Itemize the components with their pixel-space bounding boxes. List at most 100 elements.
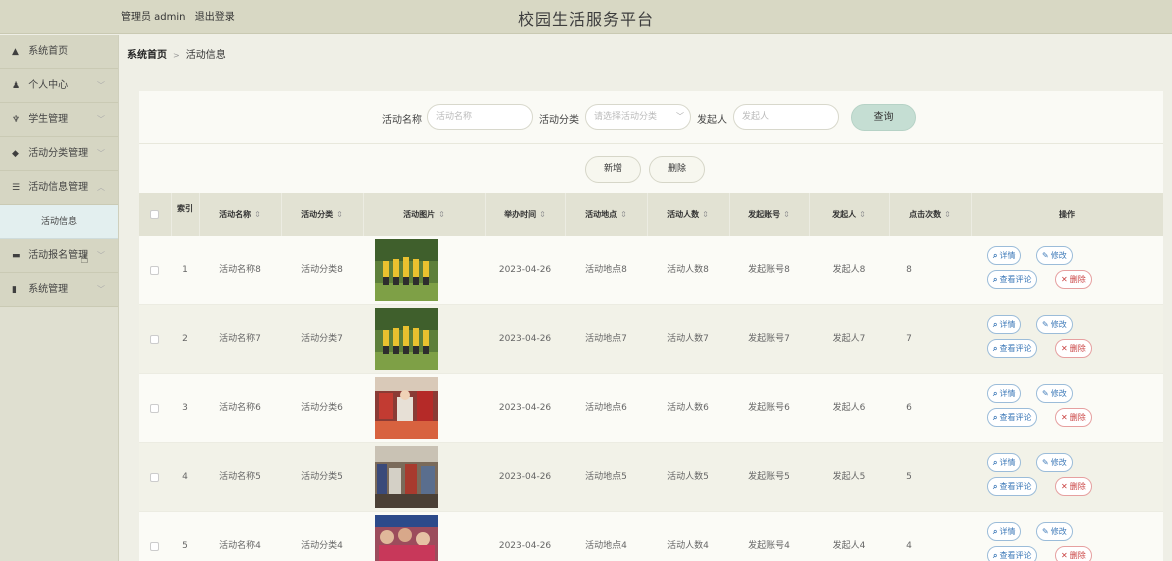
delete-button[interactable]: ✕ 删除: [1055, 270, 1092, 289]
sidebar-item-personal-center[interactable]: ♟ 个人中心 ﹀: [0, 69, 118, 103]
column-clicks[interactable]: 点击次数 ⇕: [889, 193, 971, 236]
row-checkbox[interactable]: [150, 335, 159, 344]
activity-category-select[interactable]: 请选择活动分类 ﹀: [585, 104, 691, 130]
search-icon: ⌕: [993, 389, 998, 398]
comments-label: 查看评论: [999, 551, 1032, 560]
detail-button[interactable]: ⌕ 详情: [987, 453, 1022, 472]
sort-icon[interactable]: ⇕: [438, 210, 445, 219]
detail-button[interactable]: ⌕ 详情: [987, 246, 1022, 265]
cell-account: 发起账号8: [748, 265, 790, 275]
sidebar-subitem-activity-info[interactable]: 活动信息: [0, 205, 118, 239]
view-comments-button[interactable]: ⌕ 查看评论: [987, 270, 1038, 289]
row-checkbox[interactable]: [150, 404, 159, 413]
column-label: 点击次数: [909, 210, 942, 219]
search-icon: ⌕: [993, 344, 998, 353]
delete-button[interactable]: ✕ 删除: [1055, 546, 1092, 561]
activity-image[interactable]: [375, 377, 438, 439]
edit-button[interactable]: ✎ 修改: [1036, 453, 1073, 472]
edit-icon: ✎: [1042, 320, 1049, 329]
cell-index: 1: [182, 265, 188, 275]
column-activity-category[interactable]: 活动分类 ⇕: [281, 193, 363, 236]
activity-image[interactable]: [375, 446, 438, 508]
delete-button[interactable]: ✕ 删除: [1055, 339, 1092, 358]
column-index-label: 索引: [177, 204, 193, 213]
view-comments-button[interactable]: ⌕ 查看评论: [987, 546, 1038, 561]
edit-button[interactable]: ✎ 修改: [1036, 315, 1073, 334]
sort-icon[interactable]: ⇕: [859, 210, 866, 219]
sort-icon[interactable]: ⇕: [783, 210, 790, 219]
activity-image[interactable]: [375, 239, 438, 301]
column-label: 活动图片: [403, 210, 436, 219]
cell-account: 发起账号5: [748, 472, 790, 482]
table-header: 索引 活动名称 ⇕ 活动分类 ⇕ 活动图片 ⇕ 举办时间 ⇕ 活动地点 ⇕ 活动人数 ⇕ 发…: [139, 193, 1163, 236]
sidebar-item-activity-info[interactable]: ☰ 活动信息管理 ︿: [0, 171, 118, 205]
add-button[interactable]: 新增: [585, 156, 641, 183]
sidebar-item-activity-category[interactable]: ◆ 活动分类管理 ﹀: [0, 137, 118, 171]
column-label: 活动人数: [667, 210, 700, 219]
column-initiator[interactable]: 发起人 ⇕: [809, 193, 889, 236]
row-checkbox[interactable]: [150, 542, 159, 551]
column-account[interactable]: 发起账号 ⇕: [729, 193, 809, 236]
view-comments-button[interactable]: ⌕ 查看评论: [987, 477, 1038, 496]
sort-icon[interactable]: ⇕: [620, 210, 627, 219]
query-button[interactable]: 查询: [851, 104, 916, 131]
table-row: 3 活动名称6 活动分类6 2023-04-26 活动地点6 活动人数6 发起账…: [139, 374, 1163, 443]
delete-button[interactable]: ✕ 删除: [1055, 477, 1092, 496]
cell-activity-category: 活动分类4: [301, 541, 343, 551]
comments-label: 查看评论: [999, 275, 1032, 284]
column-activity-image[interactable]: 活动图片 ⇕: [363, 193, 485, 236]
initiator-input[interactable]: 发起人: [733, 104, 839, 130]
sort-icon[interactable]: ⇕: [336, 210, 343, 219]
close-icon: ✕: [1061, 344, 1068, 353]
cell-count: 活动人数6: [667, 403, 709, 413]
column-count[interactable]: 活动人数 ⇕: [647, 193, 729, 236]
breadcrumb-home[interactable]: 系统首页: [127, 50, 167, 61]
edit-label: 修改: [1050, 527, 1067, 536]
student-icon: ♆: [12, 115, 21, 125]
detail-label: 详情: [999, 251, 1016, 260]
category-icon: ◆: [12, 149, 19, 159]
view-comments-button[interactable]: ⌕ 查看评论: [987, 408, 1038, 427]
delete-label: 删除: [1069, 275, 1086, 284]
detail-button[interactable]: ⌕ 详情: [987, 522, 1022, 541]
table-row: 2 活动名称7 活动分类7 2023-04-26 活动地点7 活动人数7 发起账…: [139, 305, 1163, 374]
row-checkbox[interactable]: [150, 266, 159, 275]
sort-icon[interactable]: ⇕: [702, 210, 709, 219]
cell-account: 发起账号7: [748, 334, 790, 344]
activity-image[interactable]: [375, 308, 438, 370]
edit-button[interactable]: ✎ 修改: [1036, 384, 1073, 403]
sidebar-item-system[interactable]: ▮ 系统管理 ﹀: [0, 273, 118, 307]
detail-button[interactable]: ⌕ 详情: [987, 384, 1022, 403]
sidebar-item-activity-signup[interactable]: ▬ 活动报名管理 ﹀: [0, 239, 118, 273]
cell-index: 2: [182, 334, 188, 344]
column-label: 发起账号: [748, 210, 781, 219]
row-checkbox[interactable]: [150, 473, 159, 482]
edit-button[interactable]: ✎ 修改: [1036, 522, 1073, 541]
sort-icon[interactable]: ⇕: [254, 210, 261, 219]
initiator-label: 发起人: [697, 115, 727, 126]
sidebar-item-students[interactable]: ♆ 学生管理 ﹀: [0, 103, 118, 137]
sort-icon[interactable]: ⇕: [944, 210, 951, 219]
batch-delete-button[interactable]: 删除: [649, 156, 705, 183]
select-all-checkbox[interactable]: [150, 210, 159, 219]
activity-image[interactable]: [375, 515, 438, 561]
user-icon: ♟: [12, 81, 21, 91]
cell-activity-category: 活动分类7: [301, 334, 343, 344]
detail-button[interactable]: ⌕ 详情: [987, 315, 1022, 334]
view-comments-button[interactable]: ⌕ 查看评论: [987, 339, 1038, 358]
search-icon: ⌕: [993, 527, 998, 536]
column-label: 操作: [1059, 210, 1075, 219]
column-activity-name[interactable]: 活动名称 ⇕: [199, 193, 281, 236]
column-place[interactable]: 活动地点 ⇕: [565, 193, 647, 236]
sort-icon[interactable]: ⇕: [539, 210, 546, 219]
column-label: 举办时间: [504, 210, 537, 219]
delete-button[interactable]: ✕ 删除: [1055, 408, 1092, 427]
detail-label: 详情: [999, 320, 1016, 329]
column-date[interactable]: 举办时间 ⇕: [485, 193, 565, 236]
activity-name-input[interactable]: 活动名称: [427, 104, 533, 130]
edit-button[interactable]: ✎ 修改: [1036, 246, 1073, 265]
sidebar-item-home[interactable]: ▲ 系统首页: [0, 35, 118, 69]
search-icon: ⌕: [993, 251, 998, 260]
cell-date: 2023-04-26: [498, 334, 552, 344]
column-label: 发起人: [832, 210, 857, 219]
